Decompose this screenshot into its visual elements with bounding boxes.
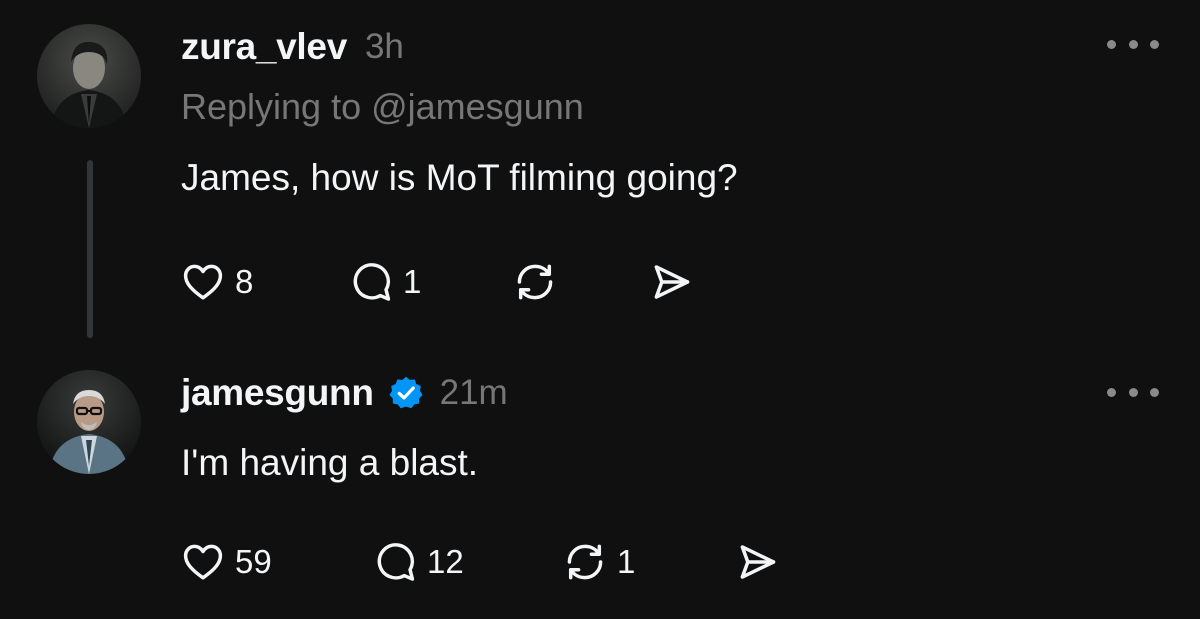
heart-icon <box>183 264 223 300</box>
send-icon <box>654 265 690 299</box>
verified-badge-icon <box>389 376 423 409</box>
repost-icon <box>567 544 603 580</box>
more-options-dot <box>1128 39 1138 49</box>
avatar-jamesgunn[interactable] <box>37 370 141 474</box>
username[interactable]: zura_vlev <box>181 26 347 68</box>
reply-post-jamesgunn[interactable]: jamesgunn 21m I'm having a blast. 59 12 <box>0 340 1200 619</box>
comment-bubble-icon <box>377 543 415 581</box>
more-options-icon <box>1107 387 1116 397</box>
comment-bubble-icon <box>353 263 391 301</box>
username[interactable]: jamesgunn <box>181 372 374 414</box>
timestamp[interactable]: 21m <box>440 373 508 413</box>
timestamp[interactable]: 3h <box>365 27 404 67</box>
more-options-button[interactable] <box>1103 380 1163 404</box>
repost-icon <box>517 264 553 300</box>
post-header: zura_vlev 3h <box>181 22 404 72</box>
post-header: jamesgunn 21m <box>181 368 508 418</box>
repost-count: 1 <box>617 543 636 580</box>
comment-count: 1 <box>403 263 422 300</box>
more-options-dot <box>1150 39 1159 49</box>
more-options-dot <box>1128 387 1138 397</box>
replying-to-label[interactable]: Replying to @jamesgunn <box>181 86 584 128</box>
avatar-zura-vlev[interactable] <box>37 24 141 128</box>
share-button[interactable] <box>735 532 779 592</box>
thread-line <box>87 160 93 338</box>
repost-button[interactable] <box>513 252 557 312</box>
repost-button[interactable]: 1 <box>563 532 635 592</box>
post-text: James, how is MoT filming going? <box>181 157 738 198</box>
comment-button[interactable]: 1 <box>349 252 421 312</box>
reply-post-zura-vlev[interactable]: zura_vlev 3h Replying to @jamesgunn Jame… <box>0 0 1200 340</box>
more-options-icon <box>1107 39 1116 49</box>
like-count: 59 <box>235 543 272 580</box>
more-options-button[interactable] <box>1103 32 1163 56</box>
like-count: 8 <box>235 263 254 300</box>
share-button[interactable] <box>649 252 693 312</box>
heart-icon <box>183 544 223 580</box>
comment-button[interactable]: 12 <box>373 532 464 592</box>
like-button[interactable]: 8 <box>181 252 253 312</box>
post-text: I'm having a blast. <box>181 442 479 483</box>
more-options-dot <box>1150 387 1159 397</box>
comment-count: 12 <box>427 543 464 580</box>
send-icon <box>740 545 776 579</box>
like-button[interactable]: 59 <box>181 532 272 592</box>
